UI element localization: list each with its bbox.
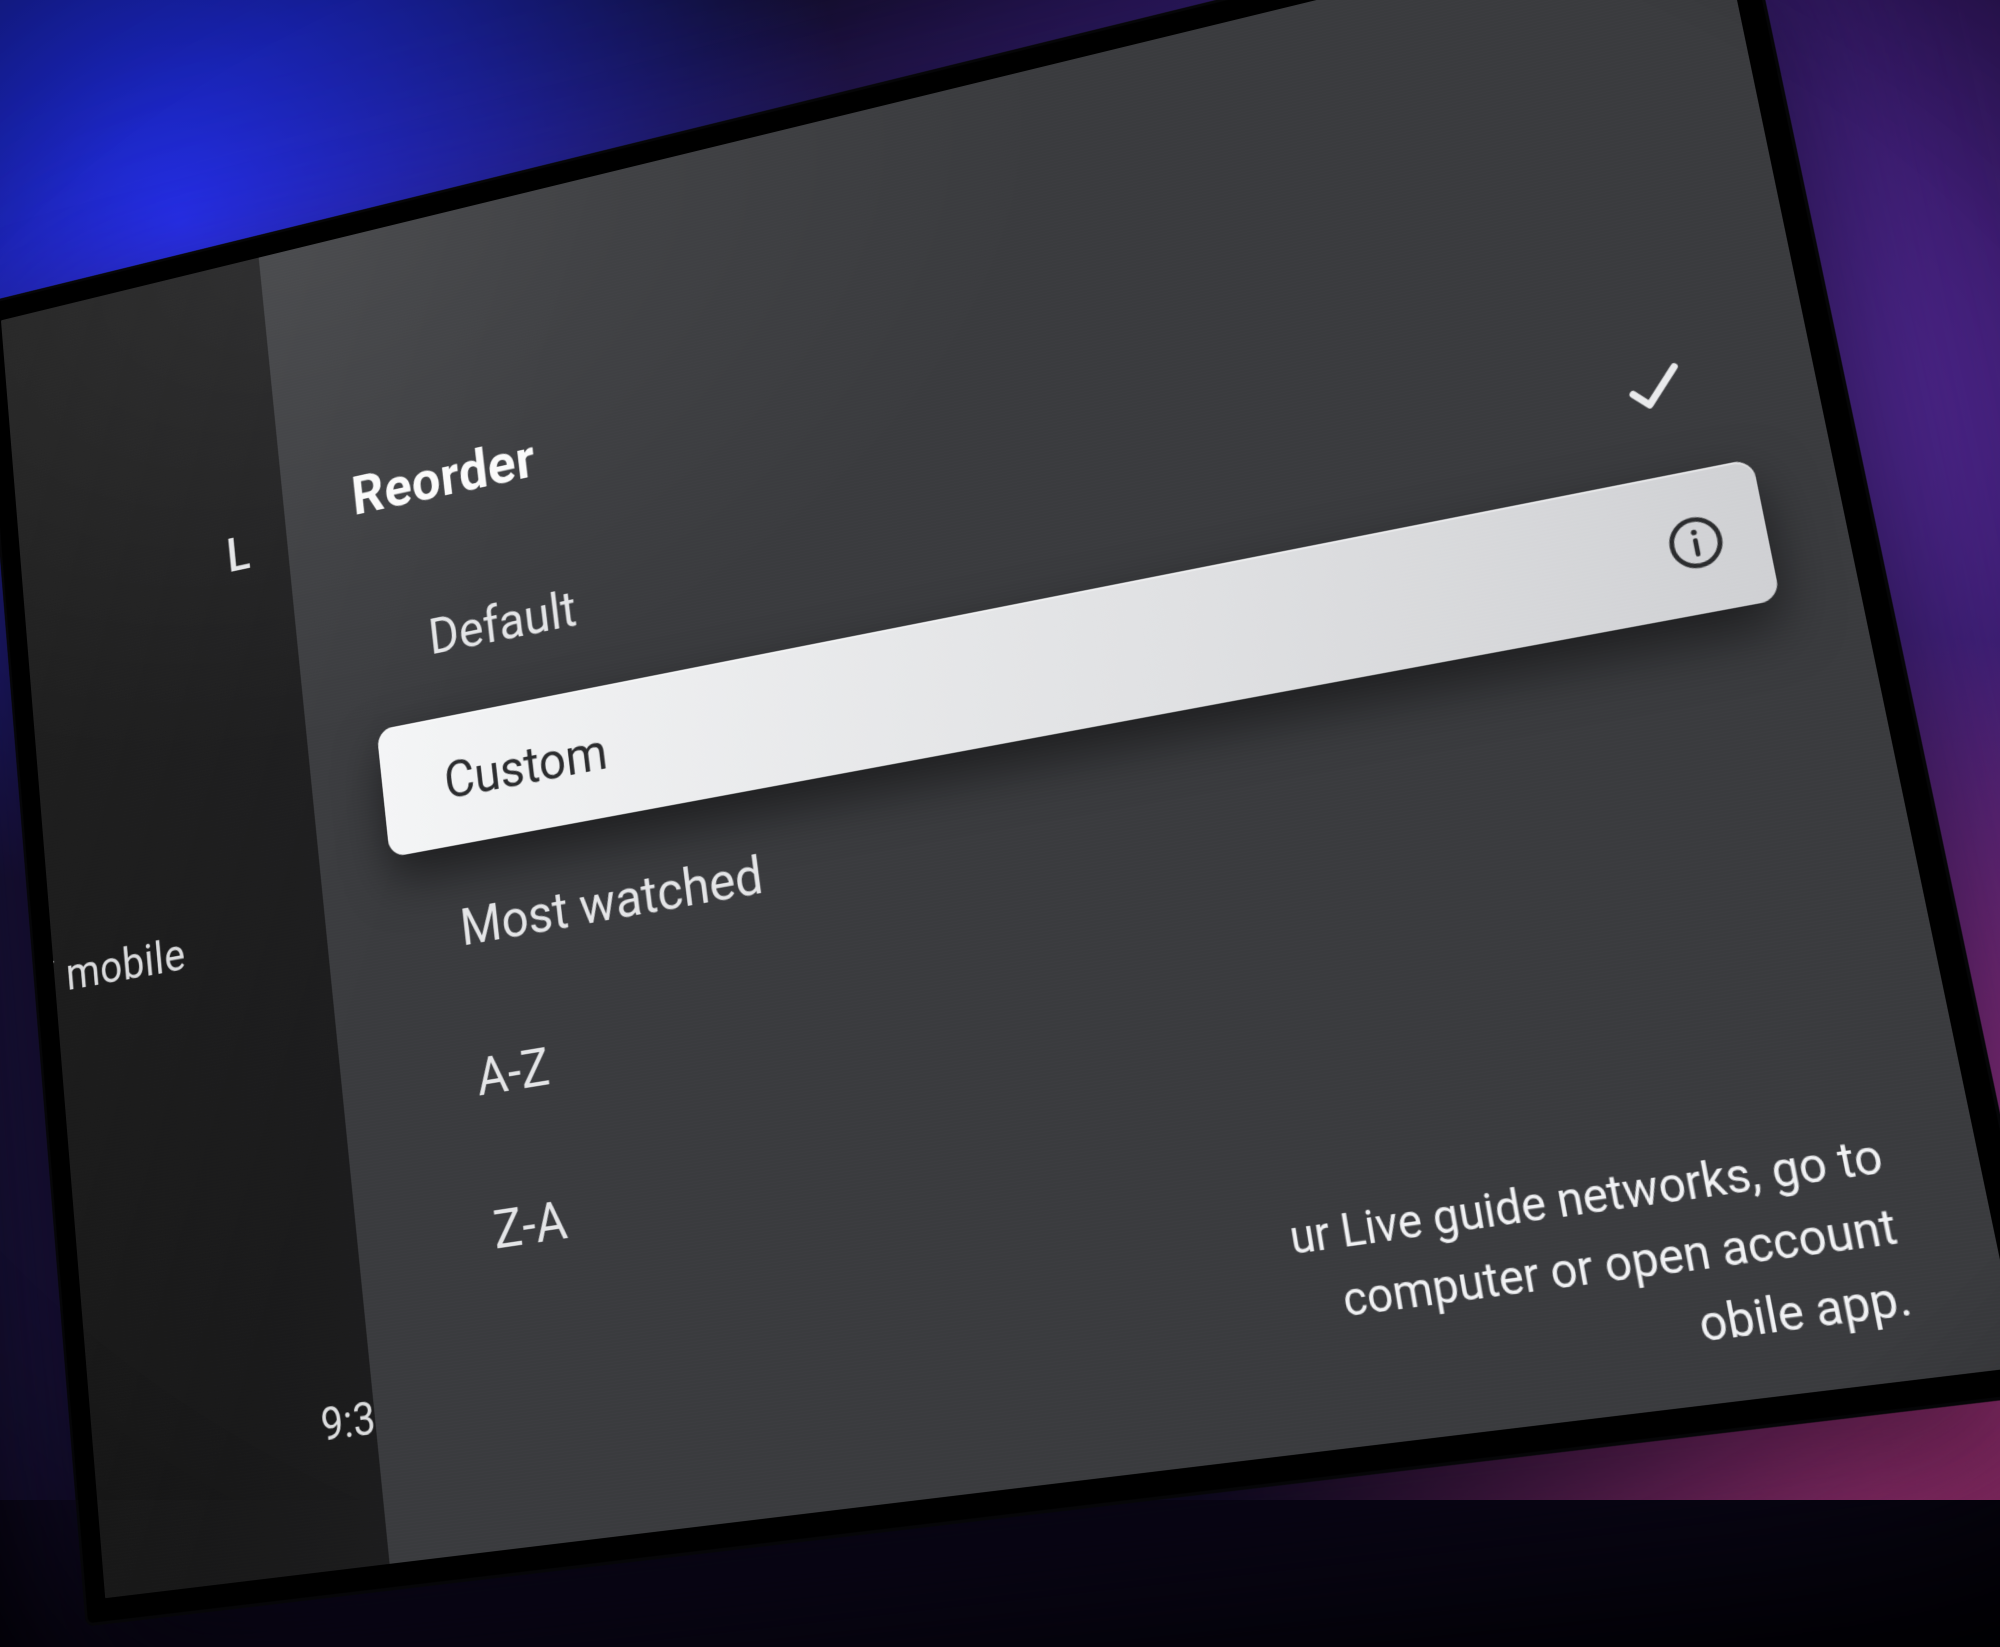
option-label: Z-A	[490, 1189, 570, 1262]
help-line-1: ur Live guide networks, go to	[1286, 1129, 1888, 1266]
stage: L Tube TV mobile 9:3 Reorder Default	[0, 0, 2000, 1500]
option-label: Default	[426, 579, 580, 667]
option-label: Custom	[441, 721, 610, 811]
background-tab-fragment: L	[224, 526, 252, 584]
info-icon[interactable]	[1662, 509, 1730, 575]
background-time-fragment: 9:3	[319, 1391, 378, 1452]
reorder-sheet: Reorder Default Custom	[259, 0, 2000, 1564]
background-caption-fragment: Tube TV mobile	[1, 929, 188, 1029]
help-text: ur Live guide networks, go to computer o…	[1285, 1123, 1918, 1410]
option-label: A-Z	[474, 1036, 553, 1109]
help-line-2: computer or open account	[1339, 1199, 1902, 1328]
tv-frame: L Tube TV mobile 9:3 Reorder Default	[0, 0, 2000, 1623]
help-line-3: obile app.	[1694, 1270, 1916, 1354]
option-label: Most watched	[457, 844, 766, 958]
check-icon	[1615, 348, 1695, 426]
